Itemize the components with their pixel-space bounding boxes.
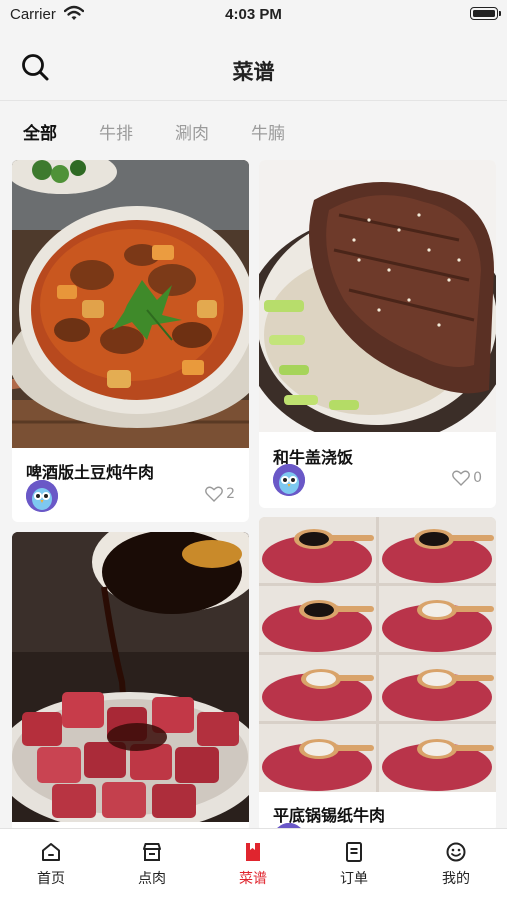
avatar[interactable]: [273, 464, 305, 496]
category-tabs: 全部 牛排 涮肉 牛腩: [0, 101, 507, 159]
recipe-image: [259, 160, 496, 432]
tab-all[interactable]: 全部: [23, 119, 57, 144]
tab-hotpot-meat[interactable]: 涮肉: [175, 119, 209, 144]
status-time: 4:03 PM: [225, 6, 282, 23]
tabbar-item-orders[interactable]: 订单: [304, 841, 404, 888]
shop-icon: [143, 843, 161, 861]
tabbar-item-profile[interactable]: 我的: [406, 841, 506, 888]
tabbar-item-shop[interactable]: 点肉: [102, 841, 202, 888]
tabbar-label: 点肉: [138, 871, 166, 887]
recipe-card[interactable]: 和牛盖浇饭 0: [259, 160, 496, 508]
owl-icon: [26, 480, 58, 512]
home-icon: [42, 843, 60, 861]
tabbar-label: 我的: [442, 871, 470, 887]
tabbar-label: 菜谱: [239, 871, 267, 887]
recipe-image: [259, 517, 496, 792]
recipe-book-icon: [246, 843, 260, 861]
avatar[interactable]: [26, 480, 58, 512]
bottom-tab-bar: 首页 点肉 菜谱 订单 我的: [0, 828, 507, 900]
order-icon: [346, 842, 362, 862]
tabbar-item-recipes[interactable]: 菜谱: [203, 841, 303, 888]
recipe-card[interactable]: 啤酒版土豆炖牛肉 2: [12, 160, 249, 522]
status-bar: Carrier 4:03 PM: [0, 0, 507, 30]
recipe-image: [12, 532, 249, 822]
recipe-image: [12, 160, 249, 448]
battery-icon: [470, 7, 501, 20]
tabbar-item-home[interactable]: 首页: [1, 841, 101, 888]
heart-icon: [452, 470, 470, 486]
tab-brisket[interactable]: 牛腩: [251, 119, 285, 144]
recipe-card[interactable]: [12, 532, 249, 832]
heart-icon: [205, 486, 223, 502]
like-button[interactable]: 0: [452, 470, 482, 486]
nav-bar: 菜谱: [0, 30, 507, 101]
like-button[interactable]: 2: [205, 486, 235, 502]
owl-icon: [273, 464, 305, 496]
tabbar-label: 首页: [37, 871, 65, 887]
page-title: 菜谱: [232, 60, 275, 84]
recipe-card[interactable]: 平底锅锡纸牛肉: [259, 517, 496, 832]
tab-steak[interactable]: 牛排: [99, 119, 133, 144]
like-count: 0: [473, 470, 482, 486]
like-count: 2: [226, 486, 235, 502]
profile-icon: [446, 842, 466, 862]
tabbar-label: 订单: [340, 871, 368, 887]
